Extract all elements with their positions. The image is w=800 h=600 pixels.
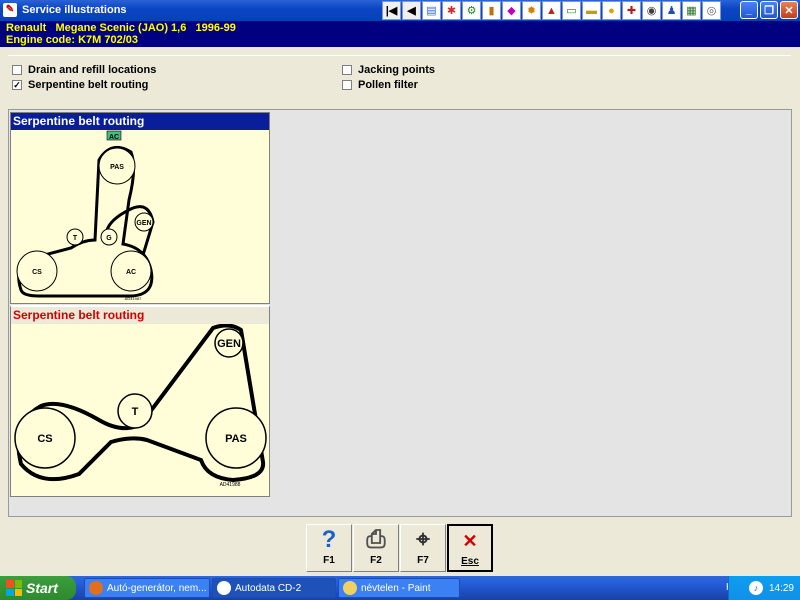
option-pollen-filter[interactable]: Pollen filter xyxy=(342,79,418,91)
engine-code: Engine code: K7M 702/03 xyxy=(6,34,139,46)
help-button[interactable]: ? F1 xyxy=(306,524,352,572)
button-key: F1 xyxy=(323,555,335,566)
pulley-label: T xyxy=(73,235,78,242)
gear-icon[interactable]: ✹ xyxy=(522,1,541,20)
cd-icon[interactable]: ◎ xyxy=(702,1,721,20)
close-button[interactable]: ✕ xyxy=(780,1,798,19)
autodata-icon xyxy=(217,581,231,595)
tools-icon[interactable]: ✚ xyxy=(622,1,641,20)
option-label: Drain and refill locations xyxy=(28,64,157,76)
restore-button[interactable]: ❐ xyxy=(760,1,778,19)
magnifier-icon: ⌖ xyxy=(416,526,430,553)
prev-icon[interactable]: ◀ xyxy=(402,1,421,20)
task-autodata[interactable]: Autodata CD-2 xyxy=(212,578,336,598)
illustration-title: Serpentine belt routing xyxy=(11,113,269,130)
task-label: Autodata CD-2 xyxy=(235,582,302,594)
checkbox-pollen-filter[interactable] xyxy=(342,80,352,90)
vehicle-info: Renault Megane Scenic (JAO) 1,6 1996-99 … xyxy=(0,21,800,47)
belt-diagram-2: GEN T CS PAS AD41988 xyxy=(14,323,267,488)
window-buttons: _ ❐ ✕ xyxy=(740,1,798,19)
window-title: Service illustrations xyxy=(22,4,127,16)
checkbox-drain-refill[interactable] xyxy=(12,65,22,75)
esc-button[interactable]: ✕ Esc xyxy=(447,524,493,572)
option-label: Serpentine belt routing xyxy=(28,79,149,91)
app-icon[interactable]: ✎ xyxy=(3,3,17,17)
window-icon[interactable]: ▭ xyxy=(562,1,581,20)
drill-icon[interactable]: ▮ xyxy=(482,1,501,20)
first-icon[interactable]: |◀ xyxy=(382,1,401,20)
pulley-label: CS xyxy=(32,269,42,276)
illustration-2[interactable]: Serpentine belt routing GEN T CS PAS AD4… xyxy=(10,305,270,497)
button-key: F2 xyxy=(370,555,382,566)
pulley-label: G xyxy=(106,235,112,242)
task-label: Autó-generátor, nem... xyxy=(107,582,207,594)
tyre-icon[interactable]: ◉ xyxy=(642,1,661,20)
battery-icon[interactable]: ▬ xyxy=(582,1,601,20)
diagram-code: AD41988 xyxy=(220,482,241,488)
system-tray: ♪ 14:29 xyxy=(728,576,800,600)
option-serpentine-belt[interactable]: ✓ Serpentine belt routing xyxy=(12,79,148,91)
volume-icon[interactable]: ♪ xyxy=(748,581,763,595)
printer-icon: ⎙ xyxy=(366,526,386,553)
bulb-icon[interactable]: ● xyxy=(602,1,621,20)
button-key: F7 xyxy=(417,555,429,566)
illustration-1[interactable]: Serpentine belt routing AC PAS GEN T G C… xyxy=(10,112,270,304)
options-group: Drain and refill locations ✓ Serpentine … xyxy=(8,55,791,101)
illustration-title: Serpentine belt routing xyxy=(11,307,269,324)
option-drain-refill[interactable]: Drain and refill locations xyxy=(12,64,156,76)
pulley-label: GEN xyxy=(136,220,151,227)
option-label: Jacking points xyxy=(358,64,436,76)
paint-icon xyxy=(343,581,357,595)
close-icon: ✕ xyxy=(462,531,478,551)
checkbox-jacking-points[interactable] xyxy=(342,65,352,75)
option-label: Pollen filter xyxy=(358,79,418,91)
tag-icon[interactable]: ◆ xyxy=(502,1,521,20)
clock: 14:29 xyxy=(768,582,794,594)
task-paint[interactable]: névtelen - Paint xyxy=(338,578,460,598)
pulley-label: AC xyxy=(126,269,136,276)
start-button[interactable]: Start xyxy=(0,576,76,600)
firefox-icon xyxy=(89,581,103,595)
option-jacking-points[interactable]: Jacking points xyxy=(342,64,435,76)
diagram-code: AD41987 xyxy=(125,296,142,301)
title-bar: ✎ Service illustrations |◀ ◀ ▤ ✱ ⚙ ▮ ◆ ✹… xyxy=(0,0,800,21)
windows-logo-icon xyxy=(6,580,22,596)
pulley-label: PAS xyxy=(110,164,124,171)
pulley-label: GEN xyxy=(217,338,241,350)
button-key: Esc xyxy=(461,556,479,567)
vehicle-model: Renault Megane Scenic (JAO) 1,6 1996-99 xyxy=(6,22,236,34)
person-icon[interactable]: ♟ xyxy=(662,1,681,20)
chart-icon[interactable]: ▦ xyxy=(682,1,701,20)
ac-tag: AC xyxy=(109,134,119,141)
car-icon[interactable]: ▲ xyxy=(542,1,561,20)
belt-diagram-1: AC PAS GEN T G CS AC AD41987 xyxy=(16,130,155,301)
pulley-label: PAS xyxy=(225,433,247,445)
book-icon[interactable]: ▤ xyxy=(422,1,441,20)
wrench-icon[interactable]: ✱ xyxy=(442,1,461,20)
minimize-button[interactable]: _ xyxy=(740,1,758,19)
print-button[interactable]: ⎙ F2 xyxy=(353,524,399,572)
help-icon: ? xyxy=(321,526,337,553)
engine-icon[interactable]: ⚙ xyxy=(462,1,481,20)
toolbar: |◀ ◀ ▤ ✱ ⚙ ▮ ◆ ✹ ▲ ▭ ▬ ● ✚ ◉ ♟ ▦ ◎ xyxy=(382,1,721,20)
task-browser[interactable]: Autó-generátor, nem... xyxy=(84,578,210,598)
checkbox-serpentine-belt[interactable]: ✓ xyxy=(12,80,22,90)
taskbar: Start Autó-generátor, nem... Autodata CD… xyxy=(0,576,800,600)
zoom-button[interactable]: ⌖ F7 xyxy=(400,524,446,572)
pulley-label: CS xyxy=(37,433,52,445)
task-label: névtelen - Paint xyxy=(361,582,431,594)
pulley-label: T xyxy=(132,406,139,418)
start-label: Start xyxy=(26,580,58,596)
function-button-bar: ? F1 ⎙ F2 ⌖ F7 ✕ Esc xyxy=(0,522,800,576)
